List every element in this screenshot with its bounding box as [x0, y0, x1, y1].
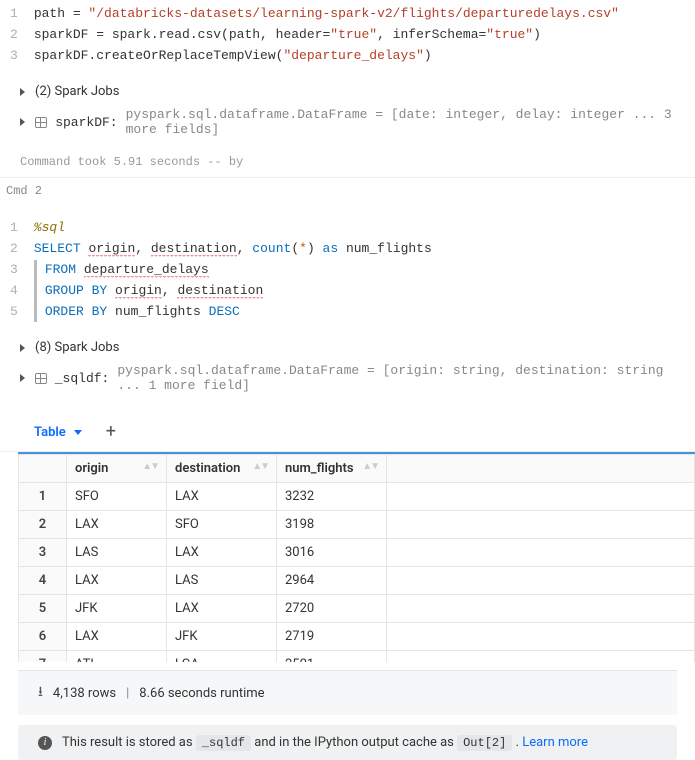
info-icon: i [38, 736, 52, 750]
result-tabs: Table + [0, 413, 695, 452]
df-var-name: sparkDF: [55, 115, 117, 130]
cell-destination: LGA [167, 651, 277, 663]
spark-jobs-toggle[interactable]: (8) Spark Jobs [20, 336, 675, 359]
code-content[interactable]: %sql SELECT origin, destination, count(*… [34, 218, 432, 322]
col-header-numflights[interactable]: num_flights▲▼ [277, 455, 387, 483]
download-icon[interactable]: ⭳ [38, 681, 43, 705]
dataframe-schema-toggle[interactable]: sparkDF: pyspark.sql.dataframe.DataFrame… [20, 103, 675, 141]
code-cell-2[interactable]: 1 2 3 4 5 %sql SELECT origin, destinatio… [0, 214, 695, 330]
cell-numflights: 2719 [277, 623, 387, 651]
tab-table[interactable]: Table [34, 425, 82, 440]
table-row[interactable]: 7ATLLGA2501 [19, 651, 695, 663]
row-number: 7 [19, 651, 67, 663]
learn-more-link[interactable]: Learn more [522, 735, 588, 750]
cell-empty [387, 567, 695, 595]
runtime-text: 8.66 seconds runtime [139, 686, 264, 701]
result-table-container[interactable]: origin▲▼ destination▲▼ num_flights▲▼ 1SF… [18, 452, 695, 662]
chevron-down-icon [74, 430, 82, 435]
cell-destination: LAX [167, 483, 277, 511]
dataframe-icon [35, 373, 47, 384]
spark-jobs-label: (2) Spark Jobs [35, 84, 119, 99]
cell-origin: LAX [67, 623, 167, 651]
cell-destination: LAX [167, 539, 277, 567]
row-number: 2 [19, 511, 67, 539]
table-row[interactable]: 3LASLAX3016 [19, 539, 695, 567]
row-number: 1 [19, 483, 67, 511]
table-row[interactable]: 4LAXLAS2964 [19, 567, 695, 595]
df-type-desc: pyspark.sql.dataframe.DataFrame = [date:… [126, 107, 675, 137]
cell-empty [387, 651, 695, 663]
code-content[interactable]: path = "/databricks-datasets/learning-sp… [34, 4, 619, 66]
line-gutter: 1 2 3 4 5 [0, 218, 34, 322]
sqldf-var-chip: _sqldf [196, 735, 251, 751]
cell-destination: JFK [167, 623, 277, 651]
cell-numflights: 2501 [277, 651, 387, 663]
result-footer: ⭳ 4,138 rows | 8.66 seconds runtime [18, 670, 677, 715]
separator: | [126, 686, 129, 701]
cell-origin: LAX [67, 511, 167, 539]
code-cell-1[interactable]: 1 2 3 path = "/databricks-datasets/learn… [0, 0, 695, 74]
caret-right-icon [20, 118, 25, 126]
col-header-origin[interactable]: origin▲▼ [67, 455, 167, 483]
row-number-header [19, 455, 67, 483]
cell-empty [387, 595, 695, 623]
command-timing: Command took 5.91 seconds -- by [0, 151, 695, 177]
cell-origin: LAS [67, 539, 167, 567]
col-header-destination[interactable]: destination▲▼ [167, 455, 277, 483]
caret-right-icon [20, 374, 25, 382]
cell-empty [387, 511, 695, 539]
dataframe-schema-toggle[interactable]: _sqldf: pyspark.sql.dataframe.DataFrame … [20, 359, 675, 397]
caret-right-icon [20, 88, 25, 96]
info-text: This result is stored as _sqldf and in t… [62, 735, 588, 750]
cell-numflights: 3232 [277, 483, 387, 511]
add-tab-button[interactable]: + [106, 423, 116, 441]
cell-destination: LAX [167, 595, 277, 623]
tab-table-label: Table [34, 425, 66, 440]
spark-jobs-toggle[interactable]: (2) Spark Jobs [20, 80, 675, 103]
cell-empty [387, 539, 695, 567]
cell-destination: LAS [167, 567, 277, 595]
cell-empty [387, 623, 695, 651]
sqldf-info-banner: i This result is stored as _sqldf and in… [18, 725, 677, 760]
cell-origin: ATL [67, 651, 167, 663]
row-count-text: 4,138 rows [53, 686, 116, 701]
cell-numflights: 2720 [277, 595, 387, 623]
sort-icon: ▲▼ [362, 461, 378, 472]
col-header-empty [387, 455, 695, 483]
cell1-output-meta: (2) Spark Jobs sparkDF: pyspark.sql.data… [0, 74, 695, 151]
cell-destination: SFO [167, 511, 277, 539]
spark-jobs-label: (8) Spark Jobs [35, 340, 119, 355]
cell-numflights: 3016 [277, 539, 387, 567]
table-row[interactable]: 1SFOLAX3232 [19, 483, 695, 511]
df-var-name: _sqldf: [55, 371, 110, 386]
cell-origin: JFK [67, 595, 167, 623]
cell-origin: LAX [67, 567, 167, 595]
command-index-label: Cmd 2 [0, 177, 695, 204]
table-row[interactable]: 2LAXSFO3198 [19, 511, 695, 539]
dataframe-icon [35, 117, 47, 128]
row-number: 6 [19, 623, 67, 651]
result-table: origin▲▼ destination▲▼ num_flights▲▼ 1SF… [18, 454, 695, 662]
df-type-desc: pyspark.sql.dataframe.DataFrame = [origi… [117, 363, 675, 393]
row-number: 3 [19, 539, 67, 567]
table-row[interactable]: 6LAXJFK2719 [19, 623, 695, 651]
line-gutter: 1 2 3 [0, 4, 34, 66]
cell-numflights: 2964 [277, 567, 387, 595]
cell-empty [387, 483, 695, 511]
row-number: 5 [19, 595, 67, 623]
row-number: 4 [19, 567, 67, 595]
sort-icon: ▲▼ [252, 461, 268, 472]
cell-numflights: 3198 [277, 511, 387, 539]
cell-origin: SFO [67, 483, 167, 511]
out-var-chip: Out[2] [457, 735, 512, 751]
caret-right-icon [20, 344, 25, 352]
table-row[interactable]: 5JFKLAX2720 [19, 595, 695, 623]
sort-icon: ▲▼ [142, 461, 158, 472]
cell2-output-meta: (8) Spark Jobs _sqldf: pyspark.sql.dataf… [0, 330, 695, 407]
